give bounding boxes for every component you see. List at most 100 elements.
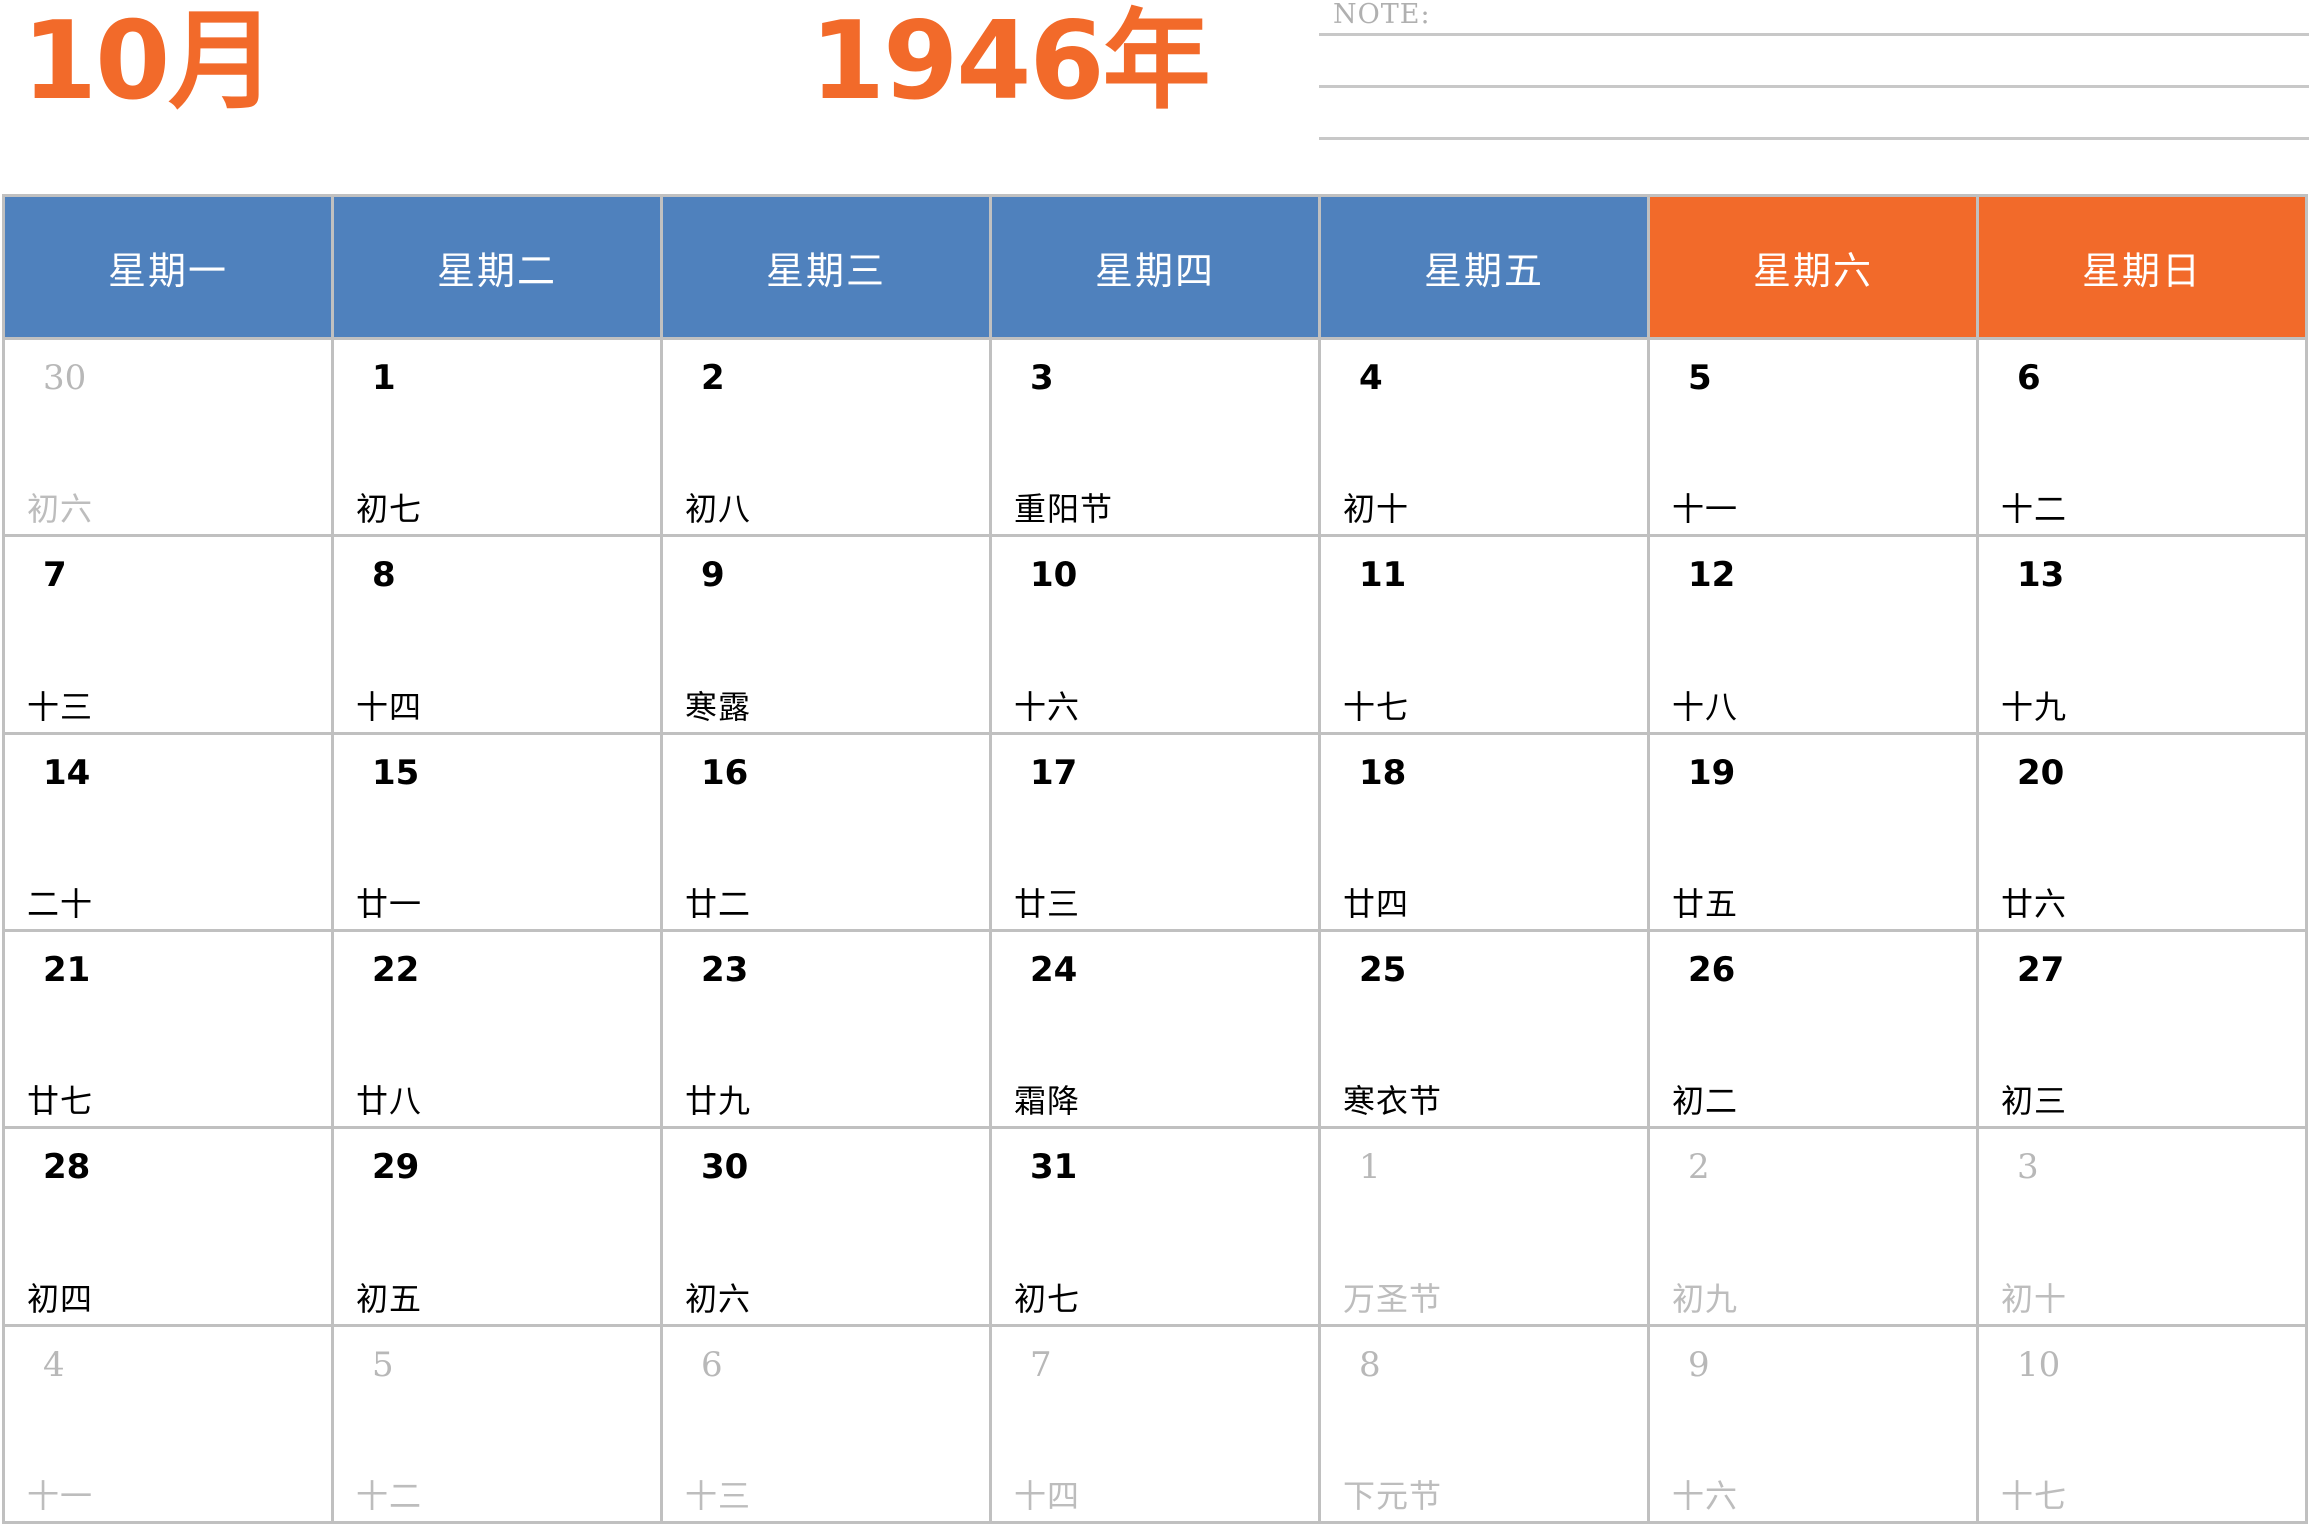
lunar-date: 十二 [356,1476,423,1515]
lunar-date: 十一 [27,1476,94,1515]
lunar-date: 初八 [685,490,752,529]
day-cell[interactable]: 5 十一 [1650,340,1976,535]
day-cell[interactable]: 28 初四 [5,1129,331,1324]
lunar-date: 廿九 [685,1082,752,1121]
day-cell[interactable]: 22 廿八 [334,931,660,1127]
day-cell[interactable]: 7 十四 [992,1326,1318,1521]
day-cell[interactable]: 30 初六 [663,1129,989,1324]
day-number: 28 [43,1147,91,1188]
day-cell[interactable]: 8 十四 [334,537,660,732]
lunar-date: 初十 [2001,1279,2068,1318]
day-number: 30 [43,358,87,398]
day-cell[interactable]: 17 廿三 [992,734,1318,929]
day-cell[interactable]: 31 初七 [992,1129,1318,1324]
day-number: 27 [2017,949,2065,990]
lunar-date: 初十 [1343,490,1410,529]
day-cell[interactable]: 1 初七 [334,340,660,535]
lunar-date: 十一 [1672,490,1739,529]
day-number: 15 [372,752,420,793]
month-title: 10月 [22,0,276,124]
day-cell[interactable]: 2 初九 [1650,1129,1976,1324]
day-number: 13 [2017,555,2065,596]
day-cell[interactable]: 15 廿一 [334,734,660,929]
day-cell[interactable]: 3 重阳节 [992,340,1318,535]
day-cell[interactable]: 4 十一 [5,1326,331,1521]
lunar-date: 十七 [2001,1476,2068,1515]
day-number: 30 [701,1147,749,1188]
day-cell[interactable]: 9 寒露 [663,537,989,732]
day-number: 10 [1030,555,1078,596]
day-number: 11 [1359,555,1407,596]
day-cell[interactable]: 29 初五 [334,1129,660,1324]
day-cell[interactable]: 1 万圣节 [1321,1129,1647,1324]
day-cell[interactable]: 7 十三 [5,537,331,732]
lunar-date: 初二 [1672,1082,1739,1121]
lunar-date: 初九 [1672,1279,1739,1318]
day-number: 20 [2017,752,2065,793]
day-number: 26 [1688,949,1736,990]
day-cell[interactable]: 19 廿五 [1650,734,1976,929]
day-cell[interactable]: 30 初六 [5,340,331,535]
day-number: 14 [43,752,91,793]
lunar-date: 初七 [356,490,423,529]
day-cell[interactable]: 11 十七 [1321,537,1647,732]
day-cell[interactable]: 24 霜降 [992,931,1318,1127]
day-cell[interactable]: 23 廿九 [663,931,989,1127]
day-number: 8 [372,555,396,596]
day-number: 1 [372,358,396,398]
day-number: 16 [701,752,749,793]
lunar-date: 廿五 [1672,884,1739,923]
day-cell[interactable]: 20 廿六 [1979,734,2305,929]
day-cell[interactable]: 25 寒衣节 [1321,931,1647,1127]
day-number: 21 [43,949,91,990]
day-number: 23 [701,949,749,990]
lunar-date: 重阳节 [1014,490,1114,529]
day-cell[interactable]: 6 十三 [663,1326,989,1521]
day-cell[interactable]: 12 十八 [1650,537,1976,732]
day-cell[interactable]: 10 十六 [992,537,1318,732]
day-number: 1 [1359,1147,1381,1188]
lunar-date: 十六 [1672,1476,1739,1515]
note-line [1319,137,2309,140]
day-number: 4 [43,1344,65,1385]
day-number: 10 [2017,1344,2061,1385]
calendar-grid: 星期一 星期二 星期三 星期四 星期五 星期六 星期日 30 初六 1 初七 2 初八 3 重… [2,194,2308,1524]
day-cell[interactable]: 27 初三 [1979,931,2305,1127]
lunar-date: 十四 [356,687,423,726]
day-cell[interactable]: 6 十二 [1979,340,2305,535]
day-number: 12 [1688,555,1736,596]
day-cell[interactable]: 16 廿二 [663,734,989,929]
day-cell[interactable]: 14 二十 [5,734,331,929]
day-number: 17 [1030,752,1078,793]
lunar-date: 寒衣节 [1343,1082,1443,1121]
day-cell[interactable]: 18 廿四 [1321,734,1647,929]
lunar-date: 廿八 [356,1082,423,1121]
weekday-header-fri: 星期五 [1321,197,1647,337]
weekday-header-thu: 星期四 [992,197,1318,337]
day-cell[interactable]: 26 初二 [1650,931,1976,1127]
day-cell[interactable]: 5 十二 [334,1326,660,1521]
day-number: 6 [701,1344,723,1385]
day-number: 25 [1359,949,1407,990]
day-cell[interactable]: 13 十九 [1979,537,2305,732]
lunar-date: 十八 [1672,687,1739,726]
day-number: 4 [1359,358,1383,398]
lunar-date: 下元节 [1343,1476,1443,1515]
day-cell[interactable]: 10 十七 [1979,1326,2305,1521]
day-cell[interactable]: 3 初十 [1979,1129,2305,1324]
day-cell[interactable]: 4 初十 [1321,340,1647,535]
lunar-date: 寒露 [685,687,752,726]
day-cell[interactable]: 8 下元节 [1321,1326,1647,1521]
day-cell[interactable]: 2 初八 [663,340,989,535]
day-number: 3 [1030,358,1054,398]
day-number: 18 [1359,752,1407,793]
day-number: 9 [701,555,725,596]
day-cell[interactable]: 9 十六 [1650,1326,1976,1521]
lunar-date: 十七 [1343,687,1410,726]
lunar-date: 廿四 [1343,884,1410,923]
day-number: 8 [1359,1344,1381,1385]
day-number: 2 [1688,1147,1710,1188]
lunar-date: 初五 [356,1279,423,1318]
day-cell[interactable]: 21 廿七 [5,931,331,1127]
lunar-date: 二十 [27,884,94,923]
